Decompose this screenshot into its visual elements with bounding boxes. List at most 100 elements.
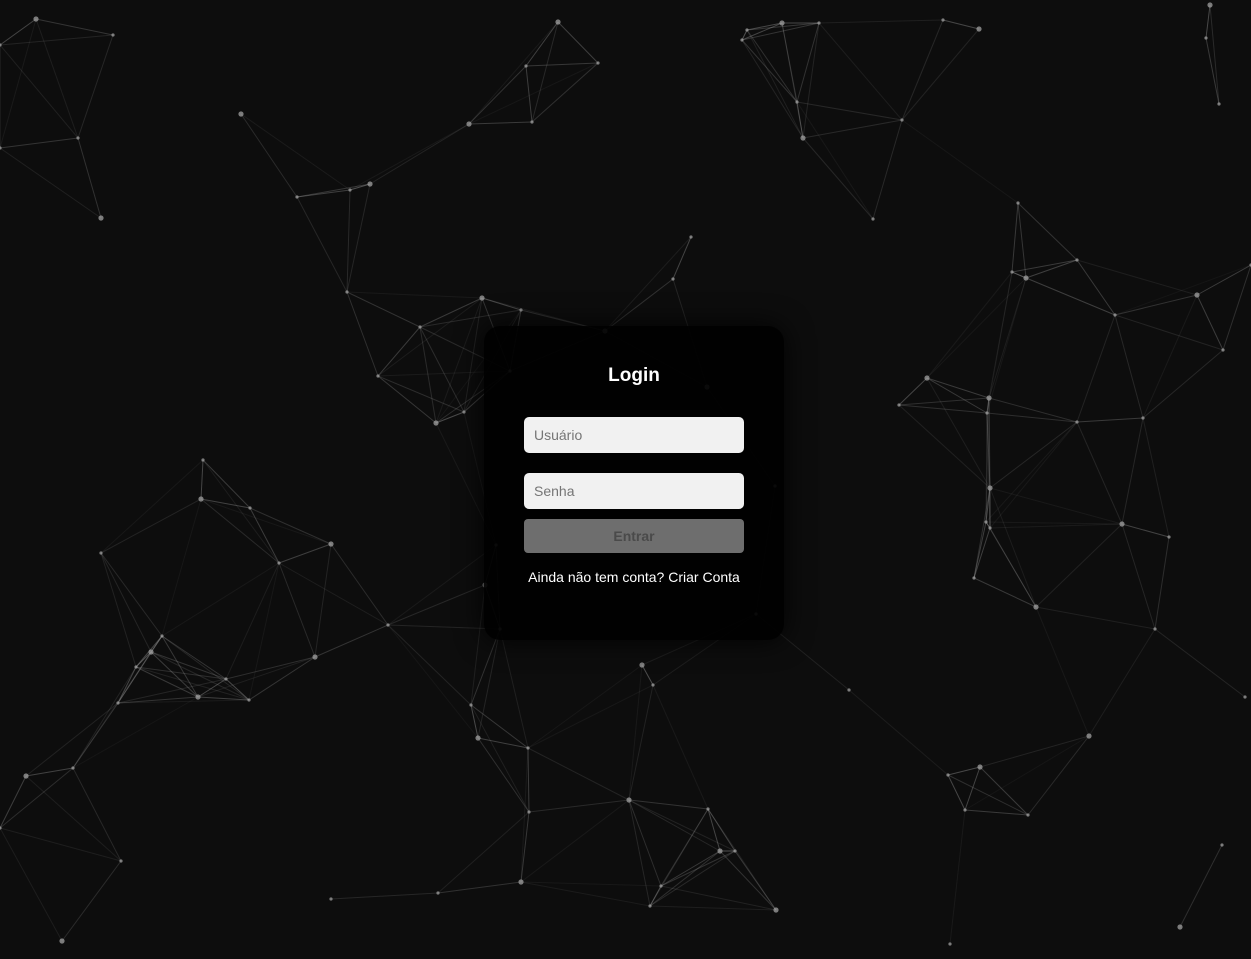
network-line <box>1011 202 1019 273</box>
network-node <box>224 677 228 681</box>
network-node <box>479 295 485 301</box>
network-line <box>1025 259 1078 279</box>
login-card: Login Entrar Ainda não tem conta? Criar … <box>484 326 784 640</box>
network-line <box>468 65 527 125</box>
network-line <box>1179 844 1223 928</box>
network-line <box>802 22 820 139</box>
create-account-link[interactable]: Criar Conta <box>668 569 740 585</box>
network-node <box>119 859 123 863</box>
network-line <box>964 735 1090 811</box>
network-node <box>1221 348 1225 352</box>
network-node <box>312 654 318 660</box>
network-node <box>134 665 138 669</box>
network-node <box>1075 420 1079 424</box>
network-line <box>985 421 1078 523</box>
network-node <box>418 325 422 329</box>
network-node <box>1153 627 1157 631</box>
password-input[interactable] <box>524 473 744 509</box>
network-node <box>23 773 29 779</box>
network-line <box>901 119 1019 204</box>
network-node <box>1204 36 1208 40</box>
network-line <box>989 421 1078 529</box>
network-line <box>527 684 654 749</box>
network-line <box>477 737 529 749</box>
network-line <box>985 521 1123 525</box>
network-line <box>100 552 163 637</box>
network-node <box>963 808 967 812</box>
network-line <box>72 702 119 769</box>
network-line <box>926 271 1013 379</box>
network-line <box>278 562 316 658</box>
network-line <box>901 28 980 121</box>
network-line <box>989 527 1037 608</box>
network-line <box>901 19 944 121</box>
network-line <box>35 18 79 139</box>
network-line <box>1035 606 1090 737</box>
network-node <box>596 61 600 65</box>
network-line <box>1011 259 1078 273</box>
network-node <box>977 764 983 770</box>
login-submit-button[interactable]: Entrar <box>524 519 744 553</box>
network-node <box>1207 2 1213 8</box>
network-line <box>0 137 79 149</box>
network-line <box>387 584 486 626</box>
network-line <box>0 775 27 829</box>
network-line <box>628 799 651 907</box>
network-line <box>1076 259 1198 296</box>
network-node <box>201 458 205 462</box>
network-line <box>672 236 692 280</box>
network-node <box>526 746 530 750</box>
network-node <box>71 766 75 770</box>
network-line <box>0 18 37 46</box>
network-line <box>528 799 630 813</box>
network-node <box>33 16 39 22</box>
network-node <box>689 235 693 239</box>
network-node <box>1113 313 1117 317</box>
network-line <box>200 459 204 500</box>
network-line <box>419 309 522 328</box>
network-line <box>989 523 1123 529</box>
network-line <box>628 664 643 801</box>
network-line <box>197 656 316 698</box>
network-node <box>148 649 154 655</box>
network-line <box>296 183 371 198</box>
network-line <box>525 21 559 67</box>
network-line <box>520 747 529 883</box>
network-node <box>1220 843 1224 847</box>
network-node <box>648 904 652 908</box>
network-line <box>989 487 1123 525</box>
network-node <box>626 797 632 803</box>
network-line <box>387 624 479 739</box>
network-node <box>1023 275 1029 281</box>
network-node <box>985 411 989 415</box>
network-line <box>649 850 721 907</box>
network-line <box>225 562 280 680</box>
network-line <box>649 850 736 907</box>
network-line <box>100 552 137 668</box>
network-line <box>949 809 966 945</box>
network-line <box>604 278 674 332</box>
network-line <box>926 377 988 414</box>
network-node <box>248 506 252 510</box>
network-line <box>1205 4 1211 39</box>
network-node <box>195 694 201 700</box>
network-line <box>330 543 389 626</box>
network-line <box>377 326 421 377</box>
network-line <box>986 412 1078 423</box>
network-line <box>1142 294 1198 419</box>
network-line <box>240 113 298 198</box>
network-node <box>116 701 120 705</box>
network-node <box>987 485 993 491</box>
network-node <box>988 526 992 530</box>
network-line <box>1121 523 1156 630</box>
network-line <box>240 113 351 191</box>
network-node <box>1010 270 1014 274</box>
network-node <box>984 520 988 524</box>
network-node <box>376 374 380 378</box>
network-node <box>386 623 390 627</box>
network-node <box>555 19 561 25</box>
username-input[interactable] <box>524 417 744 453</box>
network-node <box>475 735 481 741</box>
network-line <box>249 507 280 564</box>
network-line <box>1017 202 1027 279</box>
